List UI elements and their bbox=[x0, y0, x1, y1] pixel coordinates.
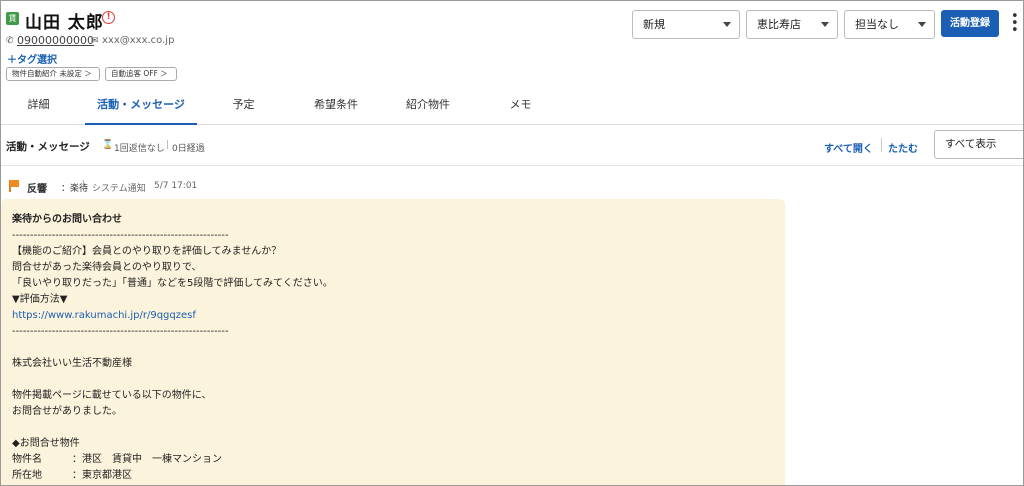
tab-bar: 詳細 活動・メッセージ 予定 希望条件 紹介物件 メモ bbox=[1, 93, 1023, 125]
elapsed-days: 0日経過 bbox=[172, 144, 205, 154]
status-select-value: 新規 bbox=[643, 18, 665, 31]
register-activity-button[interactable]: 活動登録 bbox=[941, 10, 999, 37]
message-bubble: 楽待からのお問い合わせ ----------------------------… bbox=[1, 199, 785, 485]
message-line: ----------------------------------------… bbox=[12, 326, 229, 337]
section-title: 活動・メッセージ bbox=[6, 141, 90, 153]
message-line: お問合せがありました。 bbox=[12, 406, 122, 417]
message-line: 物件名 ：港区 賃貸中 一棟マンション bbox=[12, 454, 222, 465]
collapse-link[interactable]: たたむ bbox=[888, 140, 918, 155]
message-line bbox=[12, 372, 774, 388]
message-kind: システム通知 bbox=[92, 184, 146, 194]
status-select[interactable]: 新規 bbox=[632, 10, 740, 39]
tab-introduced-properties[interactable]: 紹介物件 bbox=[393, 96, 463, 125]
evaluation-link[interactable]: https://www.rakumachi.jp/r/9qgqzesf bbox=[12, 308, 774, 324]
message-line: 【機能のご紹介】会員とのやり取りを評価してみませんか？ bbox=[12, 246, 282, 257]
phone-link[interactable]: 09000000000 bbox=[17, 34, 94, 47]
message-line bbox=[12, 420, 774, 436]
reply-status: 1回返信なし bbox=[114, 144, 165, 154]
chevron-down-icon bbox=[918, 22, 926, 27]
customer-name: 山田 太郎 bbox=[25, 13, 104, 33]
chevron-down-icon bbox=[821, 22, 829, 27]
rental-badge: 賃 bbox=[6, 12, 19, 25]
message-timestamp: 5/7 17:01 bbox=[154, 181, 198, 191]
store-select[interactable]: 恵比寿店 bbox=[746, 10, 838, 39]
message-line: 「良いやり取りだった」「普通」などを5段階で評価してみてください。 bbox=[12, 278, 333, 289]
message-line: 楽待からのお問い合わせ bbox=[12, 214, 122, 225]
hourglass-icon: ⌛ bbox=[102, 140, 114, 150]
message-line: ----------------------------------------… bbox=[12, 230, 229, 241]
message-line: 所在地 ：東京都港区 bbox=[12, 470, 132, 481]
filter-select[interactable]: すべて表示 bbox=[934, 130, 1023, 159]
divider bbox=[881, 138, 882, 152]
email-text: xxx@xxx.co.jp bbox=[102, 35, 175, 46]
alert-icon[interactable]: ! bbox=[102, 11, 115, 24]
tab-memo[interactable]: メモ bbox=[493, 96, 548, 125]
customer-activity-page: 賃 山田 太郎 ! ✆ 09000000000 ✉ xxx@xxx.co.jp … bbox=[0, 0, 1024, 486]
meta-divider: | bbox=[166, 140, 170, 150]
tab-preferences[interactable]: 希望条件 bbox=[301, 96, 371, 125]
owner-select-value: 担当なし bbox=[855, 18, 899, 31]
expand-all-link[interactable]: すべて開く bbox=[824, 140, 873, 155]
tag-select-link[interactable]: ＋タグ選択 bbox=[7, 51, 57, 66]
message-separator: | bbox=[82, 180, 86, 190]
chevron-down-icon bbox=[723, 22, 731, 27]
mail-icon: ✉ bbox=[91, 36, 99, 46]
auto-follow-pill[interactable]: 自動追客 OFF ＞ bbox=[105, 67, 177, 81]
message-type: 反響 bbox=[27, 184, 47, 195]
more-options-icon[interactable]: • • • bbox=[1011, 10, 1019, 37]
tab-activity-messages[interactable]: 活動・メッセージ bbox=[85, 96, 197, 125]
flag-icon bbox=[9, 180, 19, 192]
tab-details[interactable]: 詳細 bbox=[11, 96, 66, 125]
auto-introduce-pill[interactable]: 物件自動紹介 未設定 ＞ bbox=[6, 67, 100, 81]
message-line: 物件掲載ページに載せている以下の物件に、 bbox=[12, 390, 212, 401]
message-line: ▼評価方法▼ bbox=[12, 294, 68, 305]
owner-select[interactable]: 担当なし bbox=[844, 10, 935, 39]
message-line: 問合せがあった楽待会員とのやり取りで、 bbox=[12, 262, 202, 273]
message-line: ◆お問合せ物件 bbox=[12, 438, 80, 449]
message-line bbox=[12, 340, 774, 356]
tab-schedule[interactable]: 予定 bbox=[216, 96, 271, 125]
store-select-value: 恵比寿店 bbox=[757, 18, 801, 31]
divider bbox=[1, 165, 1023, 166]
message-line: 株式会社いい生活不動産様 bbox=[12, 358, 132, 369]
phone-icon: ✆ bbox=[6, 36, 14, 46]
